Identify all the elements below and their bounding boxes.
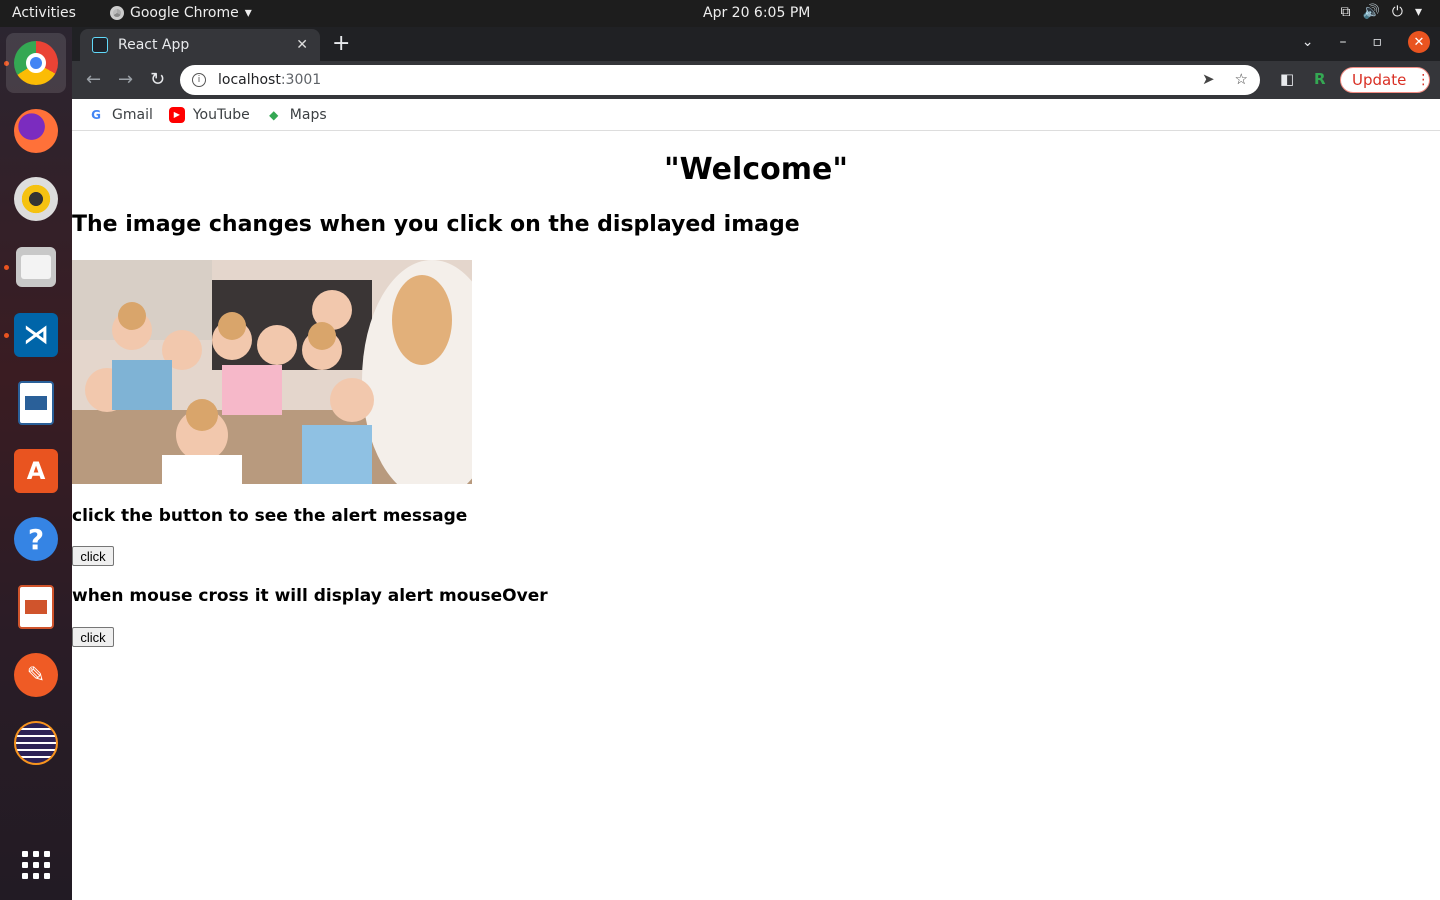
reload-button[interactable]: ↻	[150, 69, 165, 90]
address-bar[interactable]: i localhost:3001 ➤ ☆	[180, 65, 1260, 95]
firefox-icon	[14, 109, 58, 153]
maximize-button[interactable]: ▫	[1373, 34, 1383, 50]
show-applications-button[interactable]	[6, 835, 66, 895]
site-info-icon[interactable]: i	[192, 73, 206, 87]
dock-item-app-center[interactable]: A	[6, 441, 66, 501]
dock-item-firefox[interactable]	[6, 101, 66, 161]
rhythmbox-icon	[14, 177, 58, 221]
writer-icon	[18, 381, 54, 425]
eclipse-icon	[14, 721, 58, 765]
bookmark-youtube[interactable]: ▶ YouTube	[168, 106, 250, 123]
volume-icon: 🔊	[1362, 4, 1380, 20]
show-applications-icon	[22, 851, 50, 879]
browser-toolbar: ← → ↻ i localhost:3001 ➤ ☆ ◧ R Update ⋮	[72, 61, 1440, 99]
app-menu-label: Google Chrome	[130, 5, 239, 21]
dock-item-chrome[interactable]	[6, 33, 66, 93]
app-center-icon: A	[14, 449, 58, 493]
app-menu[interactable]: Google Chrome ▾	[110, 5, 252, 21]
mouseover-click-button[interactable]: click	[72, 627, 114, 647]
files-icon	[16, 247, 56, 287]
system-tray[interactable]: ⧉ 🔊 ⏻ ▾	[1340, 4, 1422, 20]
close-window-button[interactable]: ✕	[1408, 31, 1430, 53]
alert-prompt: click the button to see the alert messag…	[72, 506, 468, 526]
send-icon[interactable]: ➤	[1202, 70, 1215, 88]
mouseover-prompt: when mouse cross it will display alert m…	[72, 586, 548, 606]
dock-item-impress[interactable]	[6, 577, 66, 637]
network-icon: ⧉	[1340, 4, 1351, 20]
url-host: localhost	[218, 72, 281, 88]
youtube-icon: ▶	[168, 106, 185, 123]
image-instruction-heading: The image changes when you click on the …	[72, 212, 800, 237]
bookmark-label: Gmail	[112, 106, 153, 123]
dock: ⋊ A ? ✎	[0, 27, 72, 900]
children-photo[interactable]	[72, 260, 472, 484]
power-icon: ⏻	[1391, 4, 1403, 20]
clock[interactable]: Apr 20 6:05 PM	[703, 5, 810, 21]
url-port: :3001	[280, 72, 322, 88]
forward-button[interactable]: →	[118, 69, 133, 90]
maps-icon: ◆	[269, 107, 279, 122]
bookmark-label: Maps	[289, 106, 327, 123]
chrome-icon	[110, 6, 124, 20]
activities-button[interactable]: Activities	[12, 5, 76, 21]
dock-item-postman[interactable]: ✎	[6, 645, 66, 705]
postman-icon: ✎	[14, 653, 58, 697]
new-tab-button[interactable]: +	[332, 31, 350, 56]
tab-title: React App	[118, 37, 190, 53]
tab-search-icon[interactable]: ⌄	[1302, 34, 1314, 50]
dock-item-files[interactable]	[6, 237, 66, 297]
bookmark-star-icon[interactable]: ☆	[1235, 70, 1248, 88]
dock-item-rhythmbox[interactable]	[6, 169, 66, 229]
update-button[interactable]: Update ⋮	[1340, 67, 1430, 93]
chevron-down-icon: ▾	[244, 5, 252, 21]
back-button[interactable]: ←	[86, 69, 101, 90]
close-tab-icon[interactable]: ✕	[296, 37, 308, 53]
bookmark-label: YouTube	[192, 106, 250, 123]
chevron-down-icon: ▾	[1414, 4, 1422, 20]
dock-item-eclipse[interactable]	[6, 713, 66, 773]
impress-icon	[18, 585, 54, 629]
google-icon: G	[91, 107, 101, 122]
extension-icon[interactable]: R	[1314, 70, 1326, 88]
alert-click-button[interactable]: click	[72, 546, 114, 566]
dock-item-writer[interactable]	[6, 373, 66, 433]
welcome-heading: "Welcome"	[664, 152, 848, 187]
react-icon	[92, 37, 108, 53]
page-content: "Welcome" The image changes when you cli…	[72, 132, 1440, 900]
tab-react-app[interactable]: React App ✕	[80, 29, 320, 61]
window-controls: ⌄ – ▫ ✕	[1302, 31, 1430, 53]
update-label: Update	[1352, 71, 1407, 89]
bookmark-gmail[interactable]: G Gmail	[88, 107, 153, 123]
help-icon: ?	[14, 517, 58, 561]
dock-item-vscode[interactable]: ⋊	[6, 305, 66, 365]
chrome-icon	[14, 41, 58, 85]
bookmarks-bar: G Gmail ▶ YouTube ◆ Maps	[72, 99, 1440, 131]
more-menu-icon: ⋮	[1416, 72, 1431, 88]
dock-item-help[interactable]: ?	[6, 509, 66, 569]
minimize-button[interactable]: –	[1340, 34, 1347, 50]
bookmark-maps[interactable]: ◆ Maps	[266, 106, 327, 123]
side-panel-icon[interactable]: ◧	[1280, 70, 1294, 88]
tab-strip: React App ✕ + ⌄ – ▫ ✕	[72, 27, 1440, 61]
vscode-icon: ⋊	[14, 313, 58, 357]
system-top-bar: Activities Google Chrome ▾ Apr 20 6:05 P…	[0, 0, 1440, 27]
